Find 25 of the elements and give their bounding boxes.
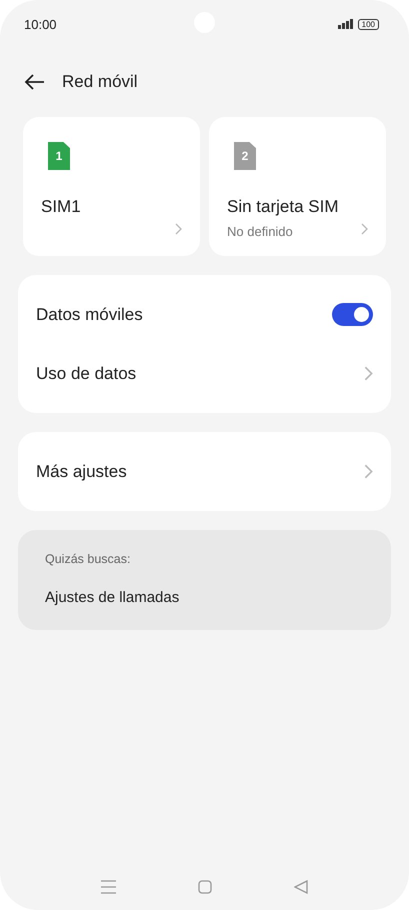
suggestion-link[interactable]: Ajustes de llamadas (45, 589, 180, 606)
status-time: 10:00 (24, 16, 57, 32)
toggle-switch[interactable] (332, 303, 373, 326)
sim-status: No definido (227, 224, 293, 239)
sim-icon: 2 (234, 142, 256, 170)
chevron-right-icon (175, 223, 182, 235)
setting-label[interactable]: Uso de datos (36, 364, 136, 384)
chevron-right-icon (364, 366, 373, 381)
menu-icon[interactable] (101, 880, 116, 894)
setting-label[interactable]: Más ajustes (36, 462, 127, 482)
setting-label[interactable]: Datos móviles (36, 304, 143, 324)
back-icon[interactable] (294, 880, 308, 894)
battery-indicator: 100 (358, 18, 379, 30)
sim-label: Sin tarjeta SIM (227, 197, 338, 217)
back-arrow-icon[interactable] (24, 74, 45, 90)
page-title: Red móvil (62, 72, 138, 92)
sim-card[interactable]: 2 Sin tarjeta SIM No definido (209, 117, 386, 256)
signal-icon (338, 19, 353, 29)
chevron-right-icon (364, 464, 373, 479)
sim-label: SIM1 (41, 197, 81, 217)
sim-card[interactable]: 1 SIM1 (23, 117, 200, 256)
home-icon[interactable] (198, 880, 212, 894)
suggestions-heading: Quizás buscas: (45, 552, 130, 566)
chevron-right-icon (361, 223, 368, 235)
sim-icon: 1 (48, 142, 70, 170)
